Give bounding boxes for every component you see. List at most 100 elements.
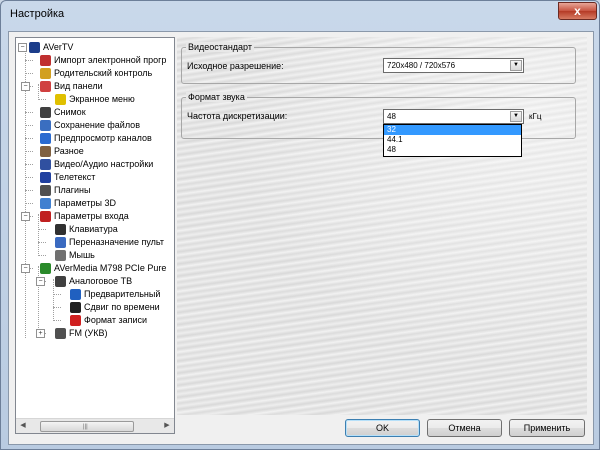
osd-menu-icon (55, 94, 66, 105)
tree-item[interactable]: − AVerMedia M798 PCIe Pure (16, 262, 174, 275)
record-icon (70, 315, 81, 326)
collapse-icon[interactable]: − (36, 277, 45, 286)
tree-item-label: AVerTV (43, 42, 74, 52)
sample-rate-select[interactable]: 48 ▼ (383, 109, 524, 124)
tree-item[interactable]: Формат записи (16, 314, 174, 327)
sample-rate-value: 48 (387, 112, 396, 121)
tree-guide-line (25, 203, 33, 204)
sample-rate-option-32[interactable]: 32 (384, 125, 521, 135)
tree-item[interactable]: − Аналоговое ТВ (16, 275, 174, 288)
tree-item-label: Импорт электронной прогр (54, 55, 167, 65)
tree-guide-line (25, 112, 33, 113)
sample-rate-dropdown-list: 32 44.1 48 (383, 124, 522, 157)
tree-item[interactable]: Сохранение файлов (16, 119, 174, 132)
tree-guide-line (25, 73, 33, 74)
sample-rate-option-48[interactable]: 48 (384, 145, 521, 155)
tree-item[interactable]: Параметры 3D (16, 197, 174, 210)
sample-rate-option-44-1[interactable]: 44.1 (384, 135, 521, 145)
resolution-value: 720x480 / 720x576 (387, 61, 456, 70)
tree-item-label: Параметры входа (54, 211, 129, 221)
settings-window: Настройка x − AVerTV Импорт электронной пр… (0, 0, 600, 450)
collapse-icon[interactable]: − (21, 82, 30, 91)
input-icon (40, 211, 51, 222)
resolution-select[interactable]: 720x480 / 720x576 ▼ (383, 58, 524, 73)
tree-item[interactable]: − AVerTV (16, 41, 174, 54)
tree-guide-line (25, 164, 33, 165)
import-icon (40, 55, 51, 66)
scroll-thumb[interactable]: ||| (40, 421, 134, 432)
tree-guide-line (38, 255, 46, 256)
chevron-down-icon[interactable]: ▼ (510, 60, 522, 71)
tree-item[interactable]: Снимок (16, 106, 174, 119)
tree-horizontal-scrollbar[interactable]: ◀ ||| ▶ (16, 418, 174, 433)
tree-item[interactable]: Сдвиг по времени (16, 301, 174, 314)
expand-icon[interactable]: + (36, 329, 45, 338)
sample-rate-label: Частота дискретизации: (187, 111, 288, 121)
tree-item[interactable]: Предварительный (16, 288, 174, 301)
tree-item[interactable]: Импорт электронной прогр (16, 54, 174, 67)
tree-item-label: Вид панели (54, 81, 103, 91)
tree-item-label: Сохранение файлов (54, 120, 140, 130)
resolution-label: Исходное разрешение: (187, 61, 284, 71)
tree-guide-line (53, 307, 61, 308)
tree-item-label: Снимок (54, 107, 86, 117)
tree-guide-line (38, 99, 46, 100)
save-folder-icon (40, 120, 51, 131)
timeshift-icon (70, 302, 81, 313)
tree-item[interactable]: Мышь (16, 249, 174, 262)
chevron-down-icon[interactable]: ▼ (510, 111, 522, 122)
settings-tree: − AVerTV Импорт электронной прогр Родительс… (15, 37, 175, 434)
collapse-icon[interactable]: − (21, 212, 30, 221)
tree-item-label: Экранное меню (69, 94, 135, 104)
close-button[interactable]: x (558, 2, 597, 20)
tree-guide-line (25, 138, 33, 139)
tree-guide-line (53, 294, 61, 295)
tree-item[interactable]: Родительский контроль (16, 67, 174, 80)
collapse-icon[interactable]: − (18, 43, 27, 52)
tree-item[interactable]: Переназначение пульт (16, 236, 174, 249)
tv-card-icon (40, 263, 51, 274)
tree-item[interactable]: Предпросмотр каналов (16, 132, 174, 145)
tree-item[interactable]: Телетекст (16, 171, 174, 184)
tree-item-label: Телетекст (54, 172, 96, 182)
window-title: Настройка (10, 8, 65, 20)
ok-button[interactable]: OK (345, 419, 420, 437)
scroll-left-icon[interactable]: ◀ (16, 419, 30, 433)
tree-item[interactable]: Клавиатура (16, 223, 174, 236)
tree-item-label: Аналоговое ТВ (69, 276, 133, 286)
tree-item-label: Предпросмотр каналов (54, 133, 152, 143)
tree-item[interactable]: Видео/Аудио настройки (16, 158, 174, 171)
tree-item-label: Сдвиг по времени (84, 302, 160, 312)
monitor-icon (55, 276, 66, 287)
collapse-icon[interactable]: − (21, 264, 30, 273)
tree-guide-line (38, 242, 46, 243)
lock-icon (40, 68, 51, 79)
apply-button[interactable]: Применить (509, 419, 585, 437)
dialog-client-area: − AVerTV Импорт электронной прогр Родительс… (8, 31, 594, 445)
checklist-icon (70, 289, 81, 300)
tree-guide-line (25, 190, 33, 191)
remote-icon (55, 237, 66, 248)
tree-guide-line (53, 320, 61, 321)
tree-item[interactable]: Плагины (16, 184, 174, 197)
mouse-icon (55, 250, 66, 261)
sample-rate-unit: кГц (529, 112, 542, 121)
tree-item-label: Формат записи (84, 315, 148, 325)
tree-item[interactable]: + FM (УКВ) (16, 327, 174, 340)
tree-item[interactable]: Экранное меню (16, 93, 174, 106)
scroll-right-icon[interactable]: ▶ (160, 419, 174, 433)
title-bar[interactable]: Настройка x (1, 1, 599, 29)
tree-item[interactable]: − Вид панели (16, 80, 174, 93)
cancel-button[interactable]: Отмена (427, 419, 502, 437)
tree-guide-line (38, 229, 46, 230)
video-standard-legend: Видеостандарт (186, 42, 254, 52)
tree-item[interactable]: − Параметры входа (16, 210, 174, 223)
tree-item[interactable]: Разное (16, 145, 174, 158)
keyboard-icon (55, 224, 66, 235)
plugin-icon (40, 185, 51, 196)
tools-icon (40, 159, 51, 170)
tree-item-label: Предварительный (84, 289, 161, 299)
teletext-icon (40, 172, 51, 183)
radio-icon (55, 328, 66, 339)
tree-item-label: Параметры 3D (54, 198, 116, 208)
